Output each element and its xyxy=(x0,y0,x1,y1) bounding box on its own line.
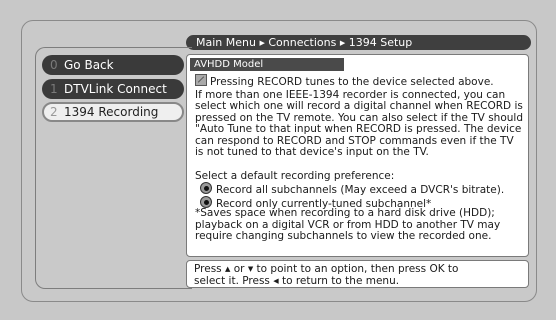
radio-icon[interactable] xyxy=(200,182,212,194)
help-text: Press xyxy=(194,263,222,275)
sidebar-item-go-back[interactable]: 0 Go Back xyxy=(42,55,184,75)
auto-tune-option[interactable]: Pressing RECORD tunes to the device sele… xyxy=(195,74,494,89)
preference-label: Select a default recording preference: xyxy=(195,170,395,182)
breadcrumb-arrow-icon: ▶ xyxy=(259,39,265,47)
help-text: to point to an option, then press OK to xyxy=(256,263,459,275)
breadcrumb-main-menu[interactable]: Main Menu xyxy=(196,36,256,49)
help-line-2: select it. Press ◀ to return to the menu… xyxy=(194,275,521,287)
help-box: Press ▲ or ▼ to point to an option, then… xyxy=(186,260,529,288)
description-text: If more than one IEEE-1394 recorder is c… xyxy=(195,89,523,159)
settings-panel: AVHDD Model Pressing RECORD tunes to the… xyxy=(186,54,529,257)
item-number: 1 xyxy=(50,82,58,96)
help-text: to return to the menu. xyxy=(281,275,400,287)
item-number: 2 xyxy=(50,105,58,119)
help-line-1: Press ▲ or ▼ to point to an option, then… xyxy=(194,263,521,275)
breadcrumb-current: 1394 Setup xyxy=(348,36,413,49)
checkbox-label: Pressing RECORD tunes to the device sele… xyxy=(210,76,494,88)
sidebar-item-label: Go Back xyxy=(64,58,114,72)
avhdd-model-select[interactable]: AVHDD Model xyxy=(190,58,344,71)
breadcrumb-connections[interactable]: Connections xyxy=(268,36,336,49)
help-text: or xyxy=(233,263,245,275)
sidebar-item-label: 1394 Recording xyxy=(64,105,159,119)
model-label: AVHDD Model xyxy=(194,59,264,70)
radio-icon[interactable] xyxy=(200,196,212,208)
breadcrumb-arrow-icon: ▶ xyxy=(339,39,346,47)
breadcrumb: Main Menu ▶ Connections ▶ 1394 Setup xyxy=(186,35,531,50)
item-number: 0 xyxy=(50,58,58,72)
sidebar-item-label: DTVLink Connect xyxy=(64,82,167,96)
sidebar-item-dtvlink-connect[interactable]: 1 DTVLink Connect xyxy=(42,79,184,99)
help-text: select it. Press xyxy=(194,275,270,287)
footnote-text: *Saves space when recording to a hard di… xyxy=(195,208,501,242)
left-arrow-icon: ◀ xyxy=(273,277,279,285)
option-label: Record all subchannels (May exceed a DVC… xyxy=(216,184,505,196)
checkbox-icon[interactable] xyxy=(195,74,207,86)
sidebar-item-1394-recording[interactable]: 2 1394 Recording xyxy=(42,102,184,122)
down-arrow-icon: ▼ xyxy=(247,265,254,273)
record-all-option[interactable]: Record all subchannels (May exceed a DVC… xyxy=(200,182,504,197)
up-arrow-icon: ▲ xyxy=(224,265,231,273)
